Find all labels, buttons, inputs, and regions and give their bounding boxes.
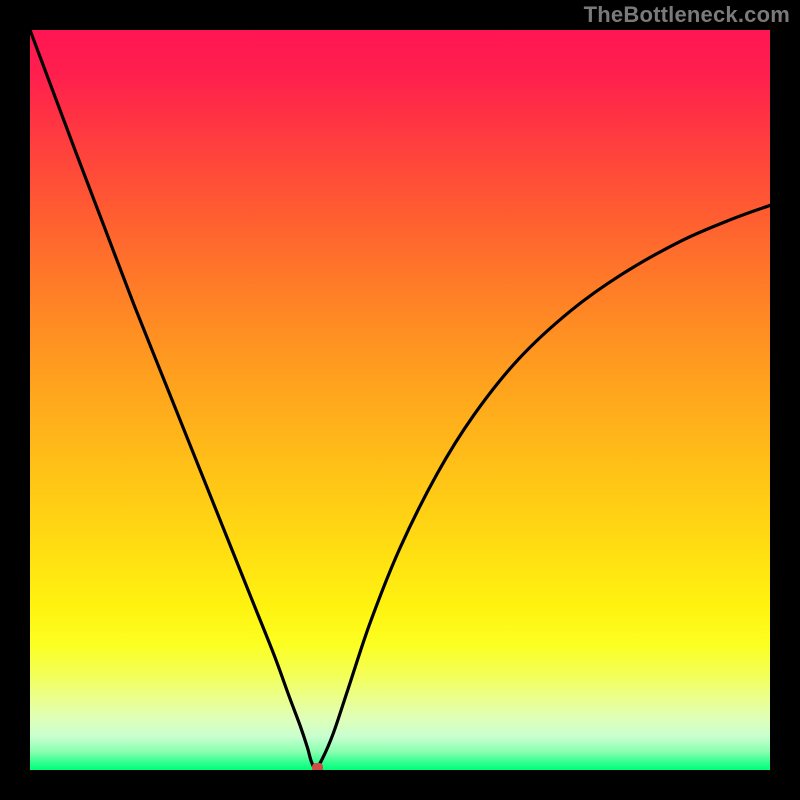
plot-area	[30, 30, 770, 770]
bottleneck-curve	[30, 30, 770, 770]
chart-frame: TheBottleneck.com	[0, 0, 800, 800]
watermark-text: TheBottleneck.com	[584, 2, 790, 28]
optimal-point-marker	[312, 763, 323, 770]
